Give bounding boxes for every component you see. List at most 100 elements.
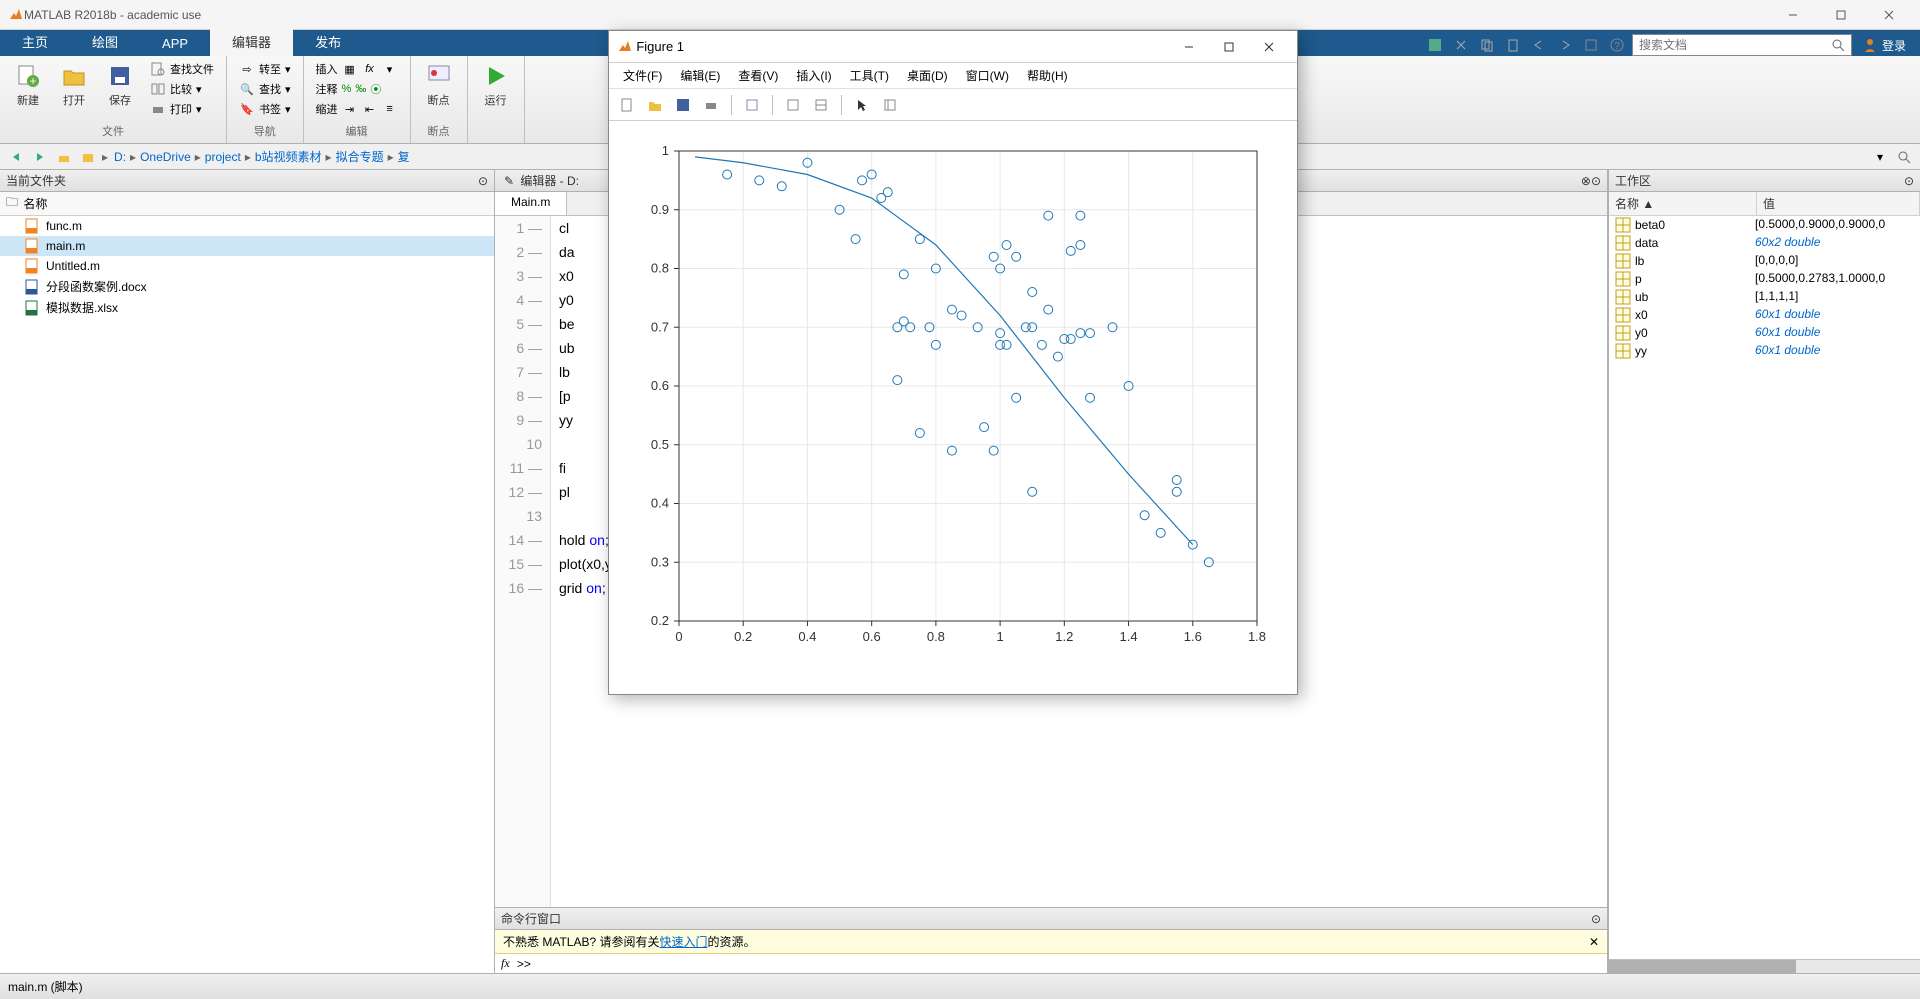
fig-close-button[interactable] — [1249, 32, 1289, 62]
save-button[interactable]: 保存 — [100, 60, 140, 110]
up-button[interactable] — [54, 147, 74, 167]
svg-text:0.9: 0.9 — [651, 202, 669, 217]
comment-button[interactable]: 注释 % ‰ ⦿ — [312, 80, 402, 98]
tab-home[interactable]: 主页 — [0, 27, 70, 56]
find-files-button[interactable]: 查找文件 — [146, 60, 218, 78]
fig-inspect-icon[interactable] — [878, 93, 902, 117]
search-folder-button[interactable] — [1894, 147, 1914, 167]
save-icon[interactable] — [1424, 34, 1446, 56]
variable-icon — [1615, 253, 1631, 269]
help-icon[interactable]: ? — [1606, 34, 1628, 56]
fig-data-icon[interactable] — [809, 93, 833, 117]
login-button[interactable]: 登录 — [1856, 37, 1912, 54]
cut-icon[interactable] — [1450, 34, 1472, 56]
banner-close-icon[interactable]: ✕ — [1589, 935, 1599, 949]
figure-menu-item[interactable]: 窗口(W) — [958, 65, 1017, 86]
panel-menu-icon[interactable]: ⊙ — [478, 174, 488, 188]
figure-menu-item[interactable]: 插入(I) — [788, 65, 839, 86]
file-row[interactable]: main.m — [0, 236, 494, 256]
fig-save-icon[interactable] — [671, 93, 695, 117]
panel-menu-icon[interactable]: ⊙ — [1591, 174, 1601, 188]
command-input[interactable] — [538, 956, 1601, 971]
figure-menu-item[interactable]: 查看(V) — [730, 65, 786, 86]
workspace-var-row[interactable]: y060x1 double — [1609, 324, 1920, 342]
panel-close-icon[interactable]: ⊗ — [1581, 174, 1591, 188]
indent-button[interactable]: 缩进 ⇥ ⇤ ≡ — [312, 100, 402, 118]
goto-button[interactable]: ⇨转至 ▾ — [235, 60, 295, 78]
compare-button[interactable]: 比较 ▾ — [146, 80, 218, 98]
maximize-button[interactable] — [1818, 1, 1864, 29]
dropdown-button[interactable]: ▾ — [1870, 147, 1890, 167]
fig-minimize-button[interactable] — [1169, 32, 1209, 62]
workspace-var-row[interactable]: lb[0,0,0,0] — [1609, 252, 1920, 270]
workspace-var-row[interactable]: data60x2 double — [1609, 234, 1920, 252]
fig-rotate-icon[interactable] — [781, 93, 805, 117]
crumb[interactable]: 复 — [396, 148, 412, 165]
insert-button[interactable]: 插入 ▦ fx ▾ — [312, 60, 402, 78]
window-icon[interactable] — [1580, 34, 1602, 56]
crumb[interactable]: 拟合专题 — [334, 148, 386, 165]
workspace-var-row[interactable]: ub[1,1,1,1] — [1609, 288, 1920, 306]
tab-plots[interactable]: 绘图 — [70, 27, 140, 56]
browse-button[interactable] — [78, 147, 98, 167]
ws-name-header[interactable]: 名称 ▲ — [1609, 192, 1757, 215]
tab-editor[interactable]: 编辑器 — [210, 27, 293, 56]
ws-value-header[interactable]: 值 — [1757, 192, 1920, 215]
back-button[interactable] — [6, 147, 26, 167]
fig-link-icon[interactable] — [740, 93, 764, 117]
figure-menu-item[interactable]: 工具(T) — [842, 65, 897, 86]
fig-pointer-icon[interactable] — [850, 93, 874, 117]
panel-menu-icon[interactable]: ⊙ — [1904, 174, 1914, 188]
file-row[interactable]: 分段函数案例.docx — [0, 276, 494, 297]
crumb[interactable]: b站视频素材 — [253, 148, 324, 165]
paste-icon[interactable] — [1502, 34, 1524, 56]
figure-menu-item[interactable]: 桌面(D) — [899, 65, 956, 86]
panel-menu-icon[interactable]: ⊙ — [1591, 912, 1601, 926]
open-button[interactable]: 打开 — [54, 60, 94, 110]
breakpoints-button[interactable]: 断点 — [419, 60, 459, 110]
file-row[interactable]: Untitled.m — [0, 256, 494, 276]
print-button[interactable]: 打印 ▾ — [146, 100, 218, 118]
close-button[interactable] — [1866, 1, 1912, 29]
bookmark-button[interactable]: 🔖书签 ▾ — [235, 100, 295, 118]
figure-titlebar[interactable]: Figure 1 — [609, 31, 1297, 63]
undo-icon[interactable] — [1528, 34, 1550, 56]
editor-icon: ✎ — [501, 173, 517, 189]
figure-axes[interactable]: 00.20.40.60.811.21.41.61.80.20.30.40.50.… — [609, 121, 1297, 694]
figure-window[interactable]: Figure 1 文件(F)编辑(E)查看(V)插入(I)工具(T)桌面(D)窗… — [608, 30, 1298, 695]
search-docs[interactable] — [1632, 34, 1852, 56]
file-icon — [24, 238, 40, 254]
fig-maximize-button[interactable] — [1209, 32, 1249, 62]
workspace-var-row[interactable]: x060x1 double — [1609, 306, 1920, 324]
file-icon — [24, 258, 40, 274]
editor-tab-main[interactable]: Main.m — [495, 192, 567, 215]
workspace-var-row[interactable]: yy60x1 double — [1609, 342, 1920, 360]
workspace-var-row[interactable]: p[0.5000,0.2783,1.0000,0 — [1609, 270, 1920, 288]
forward-button[interactable] — [30, 147, 50, 167]
workspace-var-row[interactable]: beta0[0.5000,0.9000,0.9000,0 — [1609, 216, 1920, 234]
crumb[interactable]: OneDrive — [138, 150, 193, 164]
scrollbar[interactable] — [1609, 959, 1920, 973]
crumb[interactable]: project — [203, 150, 243, 164]
redo-icon[interactable] — [1554, 34, 1576, 56]
figure-menu-item[interactable]: 编辑(E) — [672, 65, 728, 86]
figure-menu-item[interactable]: 帮助(H) — [1019, 65, 1076, 86]
find-button[interactable]: 🔍查找 ▾ — [235, 80, 295, 98]
quickstart-link[interactable]: 快速入门 — [659, 933, 707, 950]
fig-new-icon[interactable] — [615, 93, 639, 117]
copy-icon[interactable] — [1476, 34, 1498, 56]
file-row[interactable]: 模拟数据.xlsx — [0, 297, 494, 318]
figure-menu-item[interactable]: 文件(F) — [615, 65, 670, 86]
fig-print-icon[interactable] — [699, 93, 723, 117]
fig-open-icon[interactable] — [643, 93, 667, 117]
name-column-header[interactable]: 名称 — [23, 195, 47, 212]
tab-apps[interactable]: APP — [140, 31, 210, 56]
new-button[interactable]: +新建 — [8, 60, 48, 110]
run-button[interactable]: 运行 — [476, 60, 516, 110]
search-input[interactable] — [1639, 38, 1831, 52]
minimize-button[interactable] — [1770, 1, 1816, 29]
tab-publish[interactable]: 发布 — [293, 27, 363, 56]
fx-icon[interactable]: fx — [501, 956, 510, 971]
crumb[interactable]: D: — [112, 150, 128, 164]
file-row[interactable]: func.m — [0, 216, 494, 236]
